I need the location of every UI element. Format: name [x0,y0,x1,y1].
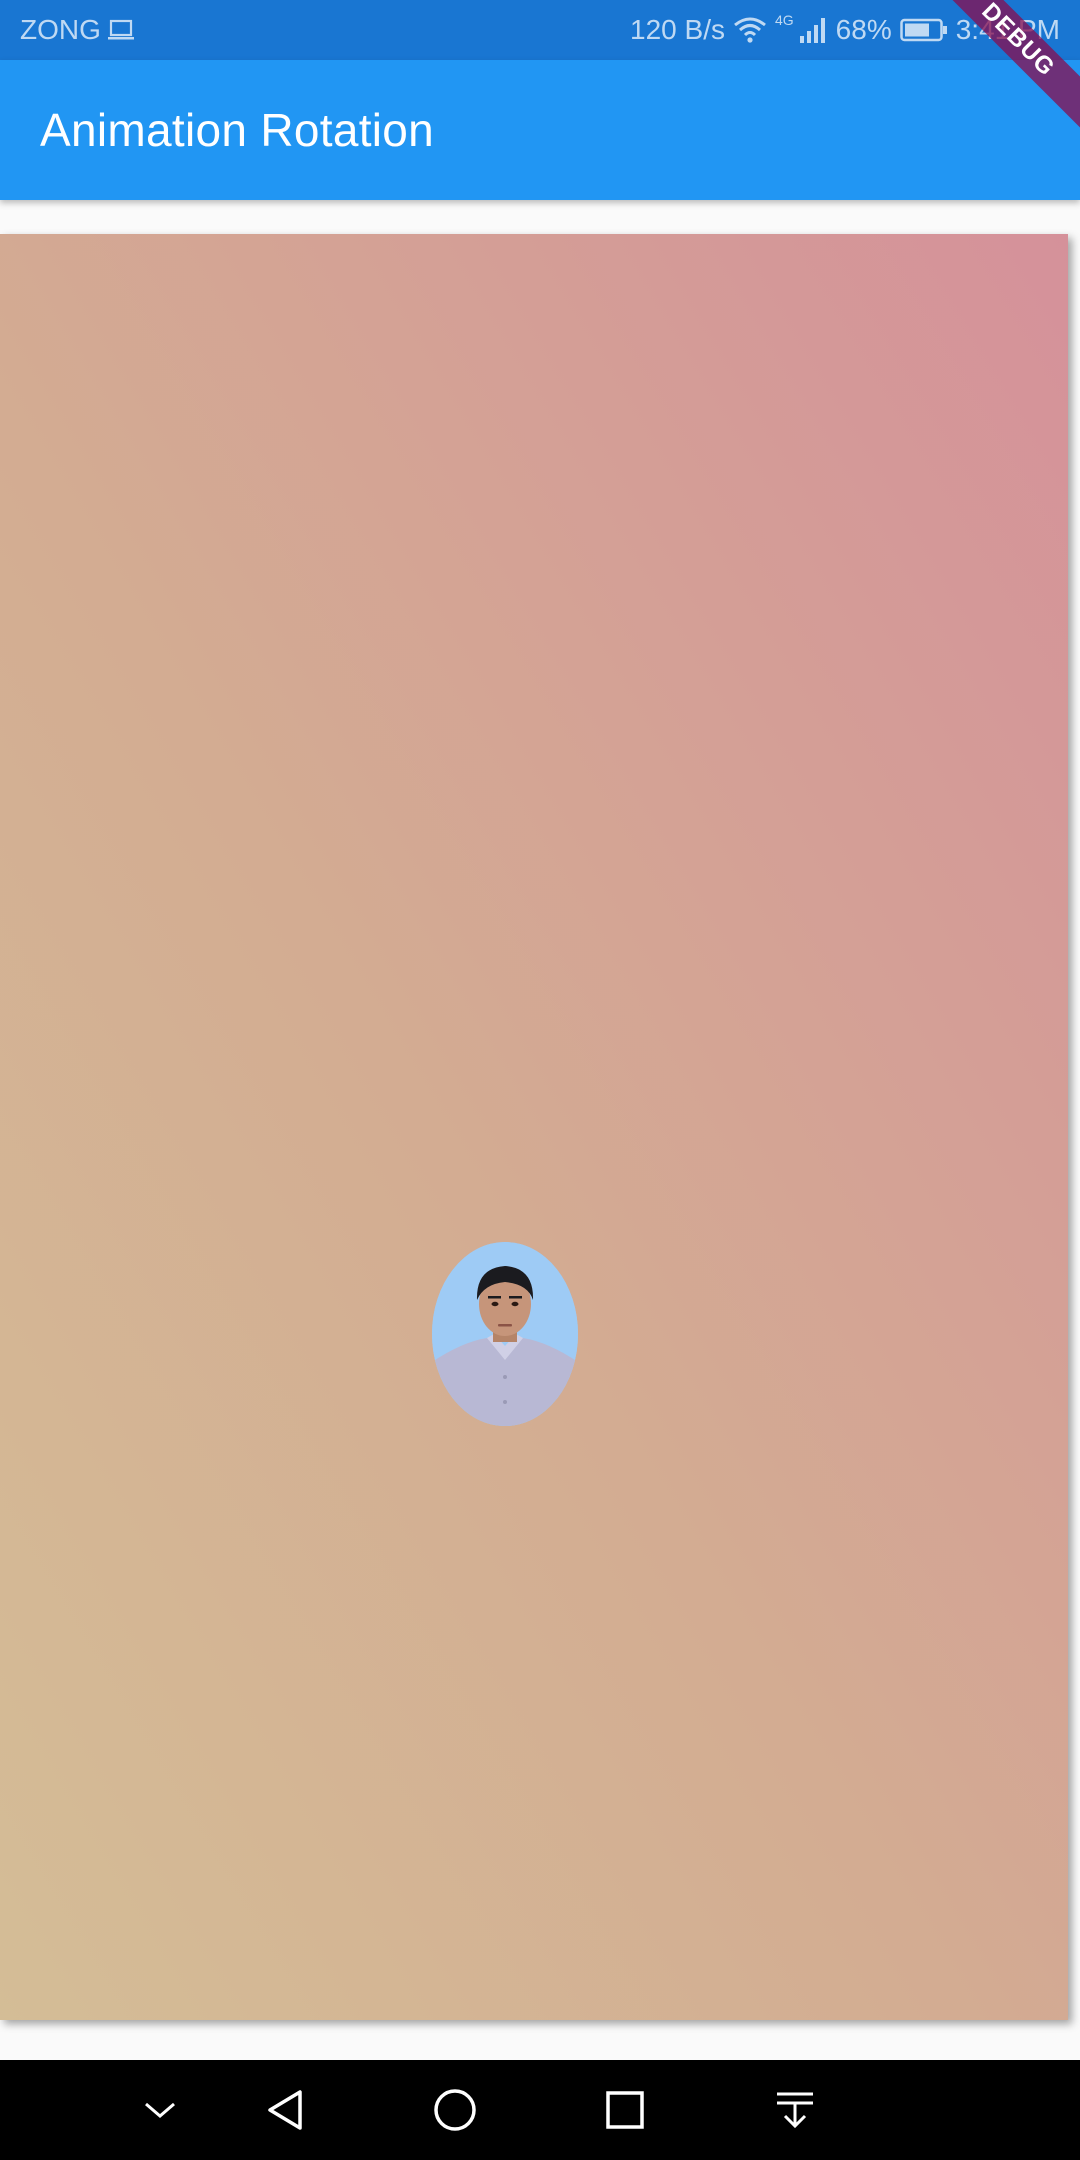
net-speed: 120 B/s [630,14,725,45]
status-left: ZONG [20,0,135,60]
home-icon[interactable] [427,2082,483,2138]
rotating-avatar[interactable] [432,1242,578,1426]
status-bar: ZONG 120 B/s 4G 68% [0,0,1080,60]
notification-pull-icon[interactable] [767,2082,823,2138]
gradient-container [0,234,1068,2020]
wifi-icon [733,16,767,44]
back-icon[interactable] [258,2082,314,2138]
app-title: Animation Rotation [40,104,435,156]
app-bar: Animation Rotation [0,60,1080,200]
battery-icon [899,18,948,42]
navigation-bar [0,2060,1080,2160]
carrier-name: ZONG [20,14,101,45]
signal-icon [798,16,828,44]
person-photo-icon [432,1242,578,1426]
recents-icon[interactable] [597,2082,653,2138]
laptop-icon [107,18,135,42]
battery-percent: 68% [835,14,892,45]
chevron-down-icon[interactable] [132,2082,188,2138]
network-type: 4G [774,12,794,28]
